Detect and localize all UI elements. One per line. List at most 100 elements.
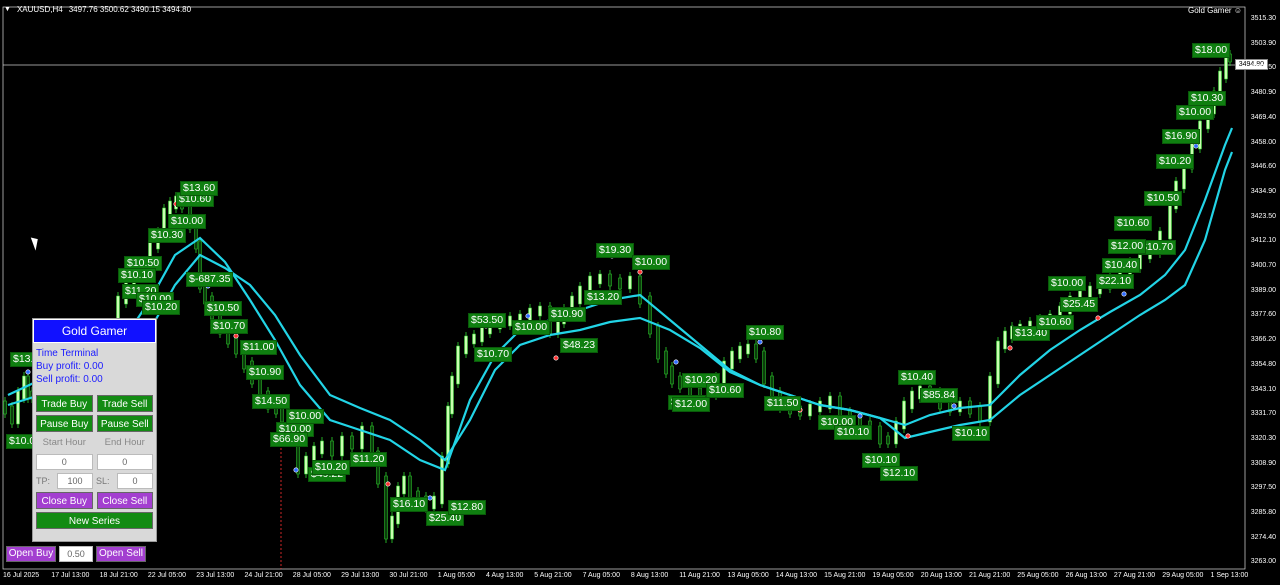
time-axis-label: 24 Jul 21:00 — [244, 572, 283, 579]
candle-body — [958, 400, 962, 413]
price-axis-label: 3469.40 — [1250, 113, 1276, 121]
start-hour-input[interactable]: 0 — [36, 454, 93, 470]
trade-marker — [905, 433, 911, 439]
time-axis-label: 5 Aug 21:00 — [534, 572, 572, 579]
candle-body — [738, 345, 742, 360]
time-axis-label: 25 Aug 05:00 — [1017, 572, 1059, 579]
time-axis-label: 17 Jul 13:00 — [51, 572, 90, 579]
lot-size-input[interactable]: 0.50 — [59, 546, 93, 562]
candle-body — [480, 325, 484, 343]
candle-body — [3, 400, 7, 415]
price-chart[interactable]: ▼ XAUUSD,H4 3497.76 3500.62 3490.15 3494… — [0, 0, 1280, 585]
profit-label: $10.00 — [632, 255, 671, 270]
open-sell-button[interactable]: Open Sell — [96, 546, 146, 562]
price-axis-label: 3274.40 — [1250, 533, 1276, 541]
time-axis-label: 26 Aug 13:00 — [1065, 572, 1107, 579]
profit-label: $10.90 — [548, 307, 587, 322]
profit-label: $10.60 — [1036, 315, 1075, 330]
profit-label: $10.30 — [148, 228, 187, 243]
price-axis-label: 3263.00 — [1250, 558, 1276, 566]
time-axis-label: 21 Aug 21:00 — [969, 572, 1011, 579]
ea-name-text: Gold Gamer — [1188, 6, 1232, 15]
profit-label: $12.80 — [448, 500, 487, 515]
ea-panel[interactable]: Gold Gamer Time Terminal Buy profit: 0.0… — [32, 318, 157, 542]
profit-label: $10.20 — [312, 460, 351, 475]
pause-sell-button[interactable]: Pause Sell — [96, 415, 153, 432]
candle-body — [886, 435, 890, 445]
price-axis-label: 3377.60 — [1250, 311, 1276, 319]
price-axis-label: 3343.10 — [1250, 385, 1276, 393]
price-axis-label: 3480.90 — [1250, 89, 1276, 97]
trade-marker — [293, 467, 299, 473]
time-axis-label: 20 Aug 13:00 — [920, 572, 962, 579]
trade-marker — [673, 359, 679, 365]
profit-label: $10.20 — [142, 300, 181, 315]
candle-body — [598, 273, 602, 285]
candle-body — [330, 440, 334, 457]
trade-marker — [233, 333, 239, 339]
price-axis-label: 3458.00 — [1250, 138, 1276, 146]
candle-body — [390, 515, 394, 540]
time-axis-label: 4 Aug 13:00 — [486, 572, 524, 579]
candle-body — [808, 403, 812, 417]
candle-body — [754, 343, 758, 360]
profit-label: $10.60 — [706, 383, 745, 398]
candle-body — [402, 475, 406, 495]
profit-label: $10.00 — [1048, 276, 1087, 291]
sl-input[interactable]: 0 — [117, 473, 153, 489]
profit-label: $10.00 — [1176, 105, 1215, 120]
candle-body — [978, 405, 982, 423]
panel-title[interactable]: Gold Gamer — [33, 319, 156, 343]
price-axis-label: 3515.30 — [1250, 15, 1276, 22]
start-hour-label: Start Hour — [42, 437, 86, 448]
candle-body — [340, 435, 344, 457]
profit-label: $10.40 — [898, 370, 937, 385]
profit-label: $22.10 — [1096, 274, 1135, 289]
profit-label: $19.30 — [596, 243, 635, 258]
candle-body — [538, 305, 542, 317]
trade-marker — [1095, 315, 1101, 321]
candle-body — [656, 325, 660, 360]
trade-marker — [757, 339, 763, 345]
tp-input[interactable]: 100 — [57, 473, 93, 489]
trade-marker — [637, 269, 643, 275]
profit-label: $10.00 — [512, 320, 551, 335]
candle-body — [762, 350, 766, 385]
candle-body — [10, 405, 14, 425]
trade-marker — [553, 355, 559, 361]
trade-marker — [427, 495, 433, 501]
profit-label: $10.30 — [1188, 91, 1227, 106]
profit-label: $-687.35 — [186, 272, 234, 287]
profit-label: $10.50 — [1144, 191, 1183, 206]
candle-body — [26, 375, 30, 400]
time-axis-label: 16 Jul 2025 — [3, 572, 40, 579]
end-hour-label: End Hour — [104, 437, 145, 448]
candle-body — [910, 390, 914, 410]
price-axis-label: 3400.70 — [1250, 262, 1276, 269]
candle-body — [350, 435, 354, 450]
close-buy-button[interactable]: Close Buy — [36, 492, 93, 509]
trade-buy-button[interactable]: Trade Buy — [36, 395, 93, 412]
candle-body — [1003, 330, 1007, 350]
price-axis-label: 3492.50 — [1250, 64, 1276, 72]
price-axis-label: 3297.50 — [1250, 484, 1276, 492]
close-sell-button[interactable]: Close Sell — [96, 492, 153, 509]
chart-canvas[interactable] — [0, 0, 1280, 585]
profit-label: $12.00 — [672, 397, 711, 412]
profit-label: $25.45 — [1060, 297, 1099, 312]
price-axis-label: 3320.30 — [1250, 434, 1276, 442]
candle-body — [464, 335, 468, 355]
open-trade-bar[interactable]: Open Buy 0.50 Open Sell — [6, 546, 146, 562]
open-buy-button[interactable]: Open Buy — [6, 546, 56, 562]
time-axis-label: 1 Aug 05:00 — [437, 572, 476, 579]
profit-label: $12.00 — [1108, 239, 1147, 254]
price-axis-label: 3446.60 — [1250, 163, 1276, 171]
end-hour-input[interactable]: 0 — [96, 454, 153, 470]
price-axis-label: 3503.90 — [1250, 39, 1276, 47]
pause-buy-button[interactable]: Pause Buy — [36, 415, 93, 432]
new-series-button[interactable]: New Series — [36, 512, 153, 529]
trade-marker — [951, 403, 957, 409]
price-axis-label: 3331.70 — [1250, 410, 1276, 418]
price-axis-label: 3412.10 — [1250, 237, 1276, 245]
trade-sell-button[interactable]: Trade Sell — [96, 395, 153, 412]
